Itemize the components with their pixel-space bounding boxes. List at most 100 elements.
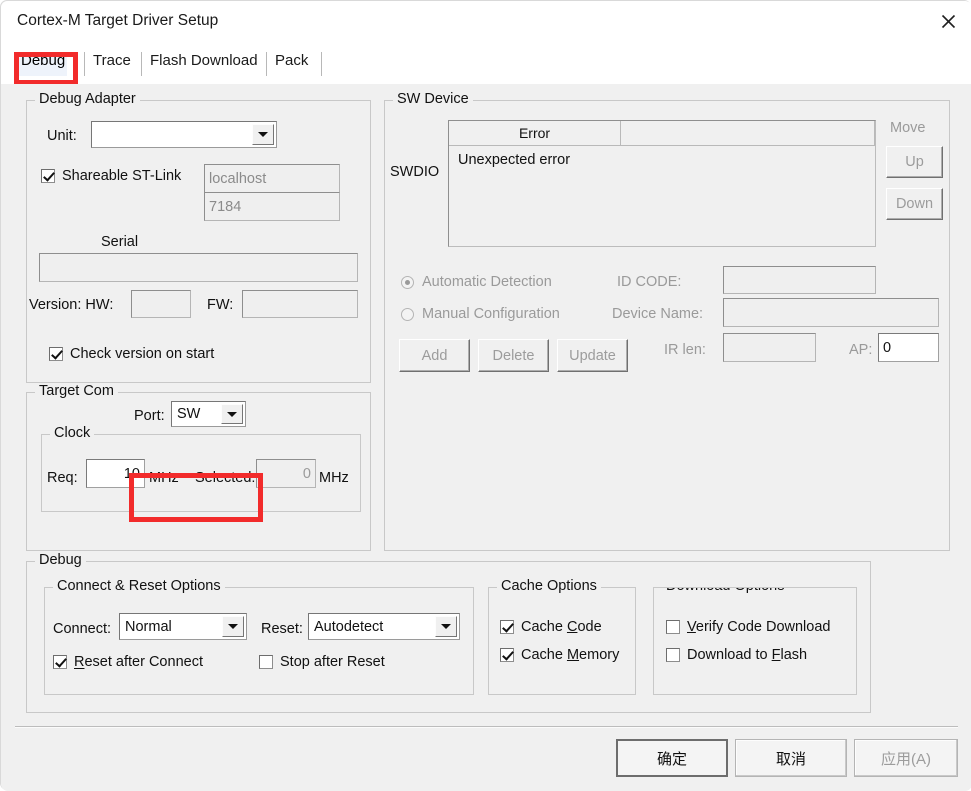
cache-memory-checkbox[interactable]: Cache Memory (500, 647, 619, 663)
chevron-down-icon[interactable] (221, 404, 243, 424)
add-button[interactable]: Add (399, 339, 470, 372)
checkbox-box (49, 347, 63, 361)
port-label: Port: (134, 408, 165, 424)
device-name-field (723, 298, 939, 327)
update-button[interactable]: Update (557, 339, 628, 372)
radio-automatic-detection[interactable]: Automatic Detection (401, 274, 552, 290)
clock-req-unit: MHz (149, 470, 179, 486)
tab-pack[interactable]: Pack (273, 52, 310, 76)
radio-circle (401, 275, 414, 289)
group-label-cache-options: Cache Options (497, 578, 601, 594)
chevron-down-icon[interactable] (252, 124, 274, 145)
tab-debug[interactable]: Debug (19, 52, 68, 76)
port-combo-value: SW (177, 406, 201, 422)
connect-label: Connect: (53, 621, 112, 637)
checkbox-box (41, 169, 55, 183)
checkbox-box (500, 620, 514, 634)
radio-circle (401, 307, 414, 321)
chevron-down-icon[interactable] (222, 616, 244, 637)
version-fw-label: FW: (207, 297, 234, 313)
group-label-download-options: Download Options (662, 588, 789, 594)
cancel-button[interactable]: 取消 (735, 739, 847, 777)
version-hw-field[interactable] (131, 290, 191, 318)
apply-button[interactable]: 应用(A) (854, 739, 958, 777)
stop-after-reset-checkbox[interactable]: Stop after Reset (259, 654, 385, 670)
close-icon[interactable] (925, 1, 971, 42)
clock-selected-field: 0 (256, 459, 316, 488)
cache-code-checkbox[interactable]: Cache Code (500, 619, 602, 635)
table-row[interactable]: Unexpected error (458, 152, 570, 168)
radio-manual-configuration-label: Manual Configuration (422, 306, 560, 322)
group-label-sw-device: SW Device (393, 91, 473, 107)
window-title: Cortex-M Target Driver Setup (17, 12, 219, 29)
checkbox-box (666, 620, 680, 634)
reset-combo-value: Autodetect (314, 618, 384, 635)
shareable-stlink-label: Shareable ST-Link (62, 168, 182, 184)
error-list-header: Error (449, 121, 875, 146)
radio-automatic-detection-label: Automatic Detection (422, 274, 552, 290)
device-name-label: Device Name: (612, 306, 704, 322)
unit-label: Unit: (47, 128, 77, 144)
swdio-label: SWDIO (390, 164, 440, 180)
check-version-on-start-checkbox[interactable]: Check version on start (49, 346, 214, 362)
ok-button[interactable]: 确定 (616, 739, 728, 777)
check-version-on-start-label: Check version on start (70, 346, 215, 362)
move-up-button[interactable]: Up (886, 146, 943, 178)
ap-field[interactable]: 0 (878, 333, 939, 362)
sw-device-error-list[interactable]: Error Unexpected error (448, 120, 876, 247)
checkbox-box (259, 655, 273, 669)
checkbox-box (666, 648, 680, 662)
dialog-client-area: Debug Adapter Unit: Shareable ST-Link lo… (1, 84, 971, 791)
tab-trace[interactable]: Trace (91, 52, 133, 76)
verify-code-download-label: Verify Code Download (687, 619, 831, 635)
version-fw-field[interactable] (242, 290, 358, 318)
ap-label: AP: (849, 342, 873, 358)
shareable-host-field[interactable]: localhost (204, 164, 340, 193)
tab-separator-2 (141, 52, 142, 76)
ir-len-field (723, 333, 816, 362)
id-code-field (723, 266, 876, 294)
download-to-flash-label: Download to Flash (687, 647, 808, 663)
clock-req-label: Req: (47, 470, 78, 486)
cache-code-label: Cache Code (521, 619, 602, 635)
port-combo[interactable]: SW (171, 401, 246, 427)
unit-combo[interactable] (91, 121, 277, 148)
tab-flash-download[interactable]: Flash Download (148, 52, 260, 76)
tab-strip: Debug Trace Flash Download Pack (1, 42, 971, 84)
column-header-error[interactable]: Error (449, 121, 621, 146)
verify-code-download-checkbox[interactable]: Verify Code Download (666, 619, 858, 635)
radio-manual-configuration[interactable]: Manual Configuration (401, 306, 560, 322)
group-label-connect-reset-options: Connect & Reset Options (53, 578, 225, 594)
shareable-stlink-checkbox[interactable]: Shareable ST-Link (41, 168, 181, 184)
group-label-debug-adapter: Debug Adapter (35, 91, 140, 107)
group-cache-options: Cache Options (488, 578, 636, 695)
cache-memory-label: Cache Memory (521, 647, 620, 663)
move-down-button[interactable]: Down (886, 188, 943, 220)
group-connect-reset-options: Connect & Reset Options (44, 578, 474, 695)
group-label-target-com: Target Com (35, 383, 118, 399)
serial-field[interactable] (39, 253, 358, 282)
close-glyph (941, 14, 956, 29)
clock-req-field[interactable]: 10 (86, 459, 145, 488)
reset-after-connect-rest: eset after Connect (84, 654, 203, 670)
download-to-flash-checkbox[interactable]: Download to Flash (666, 647, 807, 663)
delete-button[interactable]: Delete (478, 339, 549, 372)
group-label-debug-bottom: Debug (35, 552, 86, 568)
clock-selected-unit: MHz (319, 470, 349, 486)
column-header-blank[interactable] (621, 121, 875, 146)
stop-after-reset-label: Stop after Reset (280, 654, 385, 670)
footer-separator (15, 726, 958, 728)
group-label-clock: Clock (50, 425, 95, 441)
dialog-window: Cortex-M Target Driver Setup Debug Trace… (0, 0, 971, 791)
reset-after-connect-label: Reset after Connect (74, 654, 203, 670)
version-hw-label: Version: HW: (29, 297, 114, 313)
reset-combo[interactable]: Autodetect (308, 613, 460, 640)
shareable-port-field[interactable]: 7184 (204, 192, 340, 221)
reset-after-connect-checkbox[interactable]: Reset after Connect (53, 654, 203, 670)
chevron-down-icon[interactable] (435, 616, 457, 637)
connect-combo[interactable]: Normal (119, 613, 247, 640)
tab-separator-4 (321, 52, 322, 76)
checkbox-box (500, 648, 514, 662)
tab-separator-1 (84, 52, 85, 76)
ir-len-label: IR len: (664, 342, 706, 358)
